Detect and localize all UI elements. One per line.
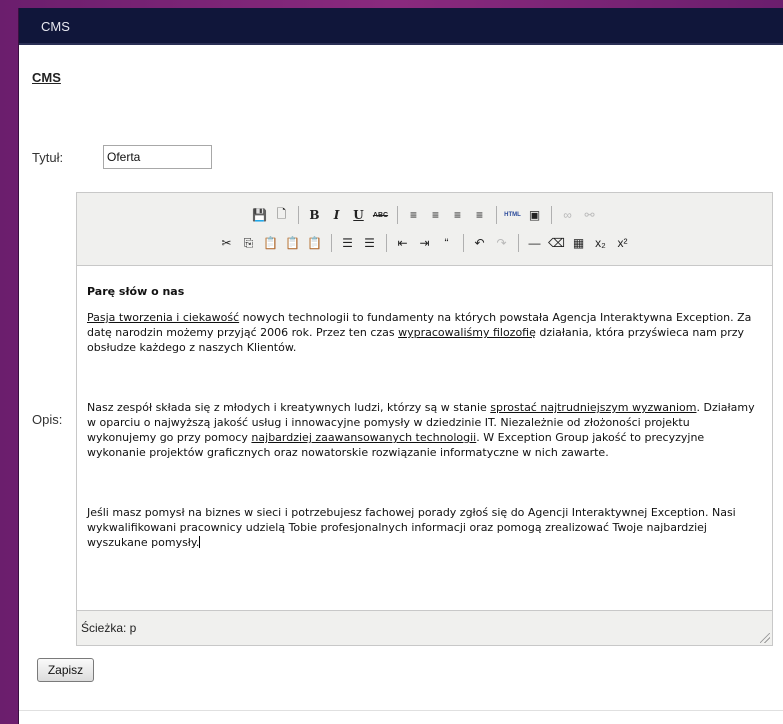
title-label: Tytuł: bbox=[32, 150, 64, 165]
element-path: Ścieżka: p bbox=[81, 621, 137, 635]
rich-text-editor: 💾 🗋 B I U ABC ≡ ≡ ≡ ≡ HTML ▣ ∞ ⚯ ✂ ⎘ 📋 📋 📋 ☰ ☰ ⇤ ⇥ “↶ ↷ — ⌫ ▦ x₂ x² … bbox=[76, 192, 773, 646]
undo-icon[interactable]: ↶ bbox=[470, 233, 490, 253]
align-justify-icon[interactable]: ≡ bbox=[470, 205, 490, 225]
underlined-text: Pasja tworzenia i ciekawość bbox=[87, 311, 240, 324]
toolbar-row-1: 💾 🗋 B I U ABC ≡ ≡ ≡ ≡ HTML ▣ ∞ ⚯ bbox=[77, 201, 772, 229]
content-paragraph: Nasz zespół składa się z młodych i kreat… bbox=[87, 400, 760, 460]
text-segment: Nasz zespół składa się z młodych i kreat… bbox=[87, 401, 491, 414]
paste-text-icon[interactable]: 📋 bbox=[283, 233, 303, 253]
toolbar-separator bbox=[550, 206, 552, 224]
toolbar-separator bbox=[297, 206, 299, 224]
align-center-icon[interactable]: ≡ bbox=[426, 205, 446, 225]
indent-icon[interactable]: ⇥ bbox=[415, 233, 435, 253]
link-icon[interactable]: ∞ bbox=[558, 205, 578, 225]
visual-aid-icon[interactable]: ▦ bbox=[569, 233, 589, 253]
text-segment: Jeśli masz pomysł na biznes w sieci i po… bbox=[87, 506, 736, 549]
unlink-icon[interactable]: ⚯ bbox=[580, 205, 600, 225]
resize-handle-icon[interactable] bbox=[760, 633, 770, 643]
editor-toolbar: 💾 🗋 B I U ABC ≡ ≡ ≡ ≡ HTML ▣ ∞ ⚯ ✂ ⎘ 📋 📋 📋 ☰ ☰ ⇤ ⇥ “↶ ↷ — ⌫ ▦ x₂ x² bbox=[77, 193, 772, 265]
paste-icon[interactable]: 📋 bbox=[261, 233, 281, 253]
underlined-text: wypracowaliśmy filozofię bbox=[398, 326, 536, 339]
text-cursor bbox=[199, 536, 201, 548]
toolbar-separator bbox=[517, 234, 519, 252]
blockquote-icon[interactable]: “ bbox=[437, 233, 457, 253]
remove-format-icon[interactable]: ⌫ bbox=[547, 233, 567, 253]
align-left-icon[interactable]: ≡ bbox=[404, 205, 424, 225]
subscript-icon[interactable]: x₂ bbox=[591, 233, 611, 253]
save-icon[interactable]: 💾 bbox=[250, 205, 270, 225]
html-source-icon[interactable]: HTML bbox=[503, 205, 523, 225]
redo-icon[interactable]: ↷ bbox=[492, 233, 512, 253]
bottom-divider bbox=[19, 710, 783, 711]
underline-icon[interactable]: U bbox=[349, 205, 369, 225]
underlined-text: najbardziej zaawansowanych technologii bbox=[251, 431, 477, 444]
outdent-icon[interactable]: ⇤ bbox=[393, 233, 413, 253]
new-document-icon[interactable]: 🗋 bbox=[272, 205, 292, 225]
content-paragraph: Jeśli masz pomysł na biznes w sieci i po… bbox=[87, 505, 760, 550]
underlined-text: sprostać najtrudniejszym wyzwaniom bbox=[490, 401, 697, 414]
bold-icon[interactable]: B bbox=[305, 205, 325, 225]
editor-content-area[interactable]: Parę słów o nas Pasja tworzenia i ciekaw… bbox=[77, 265, 772, 611]
toolbar-separator bbox=[330, 234, 332, 252]
horizontal-rule-icon[interactable]: — bbox=[525, 233, 545, 253]
toolbar-separator bbox=[495, 206, 497, 224]
toolbar-separator bbox=[396, 206, 398, 224]
align-right-icon[interactable]: ≡ bbox=[448, 205, 468, 225]
save-button[interactable]: Zapisz bbox=[37, 658, 94, 682]
window-title: CMS bbox=[41, 19, 70, 34]
strikethrough-icon[interactable]: ABC bbox=[371, 205, 391, 225]
italic-icon[interactable]: I bbox=[327, 205, 347, 225]
insert-image-icon[interactable]: ▣ bbox=[525, 205, 545, 225]
bullet-list-icon[interactable]: ☰ bbox=[338, 233, 358, 253]
window-title-bar: CMS bbox=[19, 8, 783, 45]
cms-window: CMS CMS Tytuł: Opis: 💾🗋BIUABC≡≡≡≡HTML▣∞⚯… bbox=[18, 8, 783, 724]
page-title[interactable]: CMS bbox=[32, 70, 61, 85]
toolbar-row-2: ✂ ⎘ 📋 📋 📋 ☰ ☰ ⇤ ⇥ “↶ ↷ — ⌫ ▦ x₂ x² bbox=[77, 229, 772, 257]
toolbar-separator bbox=[385, 234, 387, 252]
description-label: Opis: bbox=[32, 412, 63, 427]
toolbar-separator bbox=[462, 234, 464, 252]
editor-status-bar: Ścieżka: p bbox=[77, 613, 772, 645]
superscript-icon[interactable]: x² bbox=[613, 233, 633, 253]
numbered-list-icon[interactable]: ☰ bbox=[360, 233, 380, 253]
cut-icon[interactable]: ✂ bbox=[217, 233, 237, 253]
content-heading: Parę słów o nas bbox=[87, 285, 185, 298]
paste-word-icon[interactable]: 📋 bbox=[305, 233, 325, 253]
title-input[interactable] bbox=[103, 145, 212, 169]
content-paragraph: Pasja tworzenia i ciekawość nowych techn… bbox=[87, 310, 760, 355]
copy-icon[interactable]: ⎘ bbox=[239, 233, 259, 253]
